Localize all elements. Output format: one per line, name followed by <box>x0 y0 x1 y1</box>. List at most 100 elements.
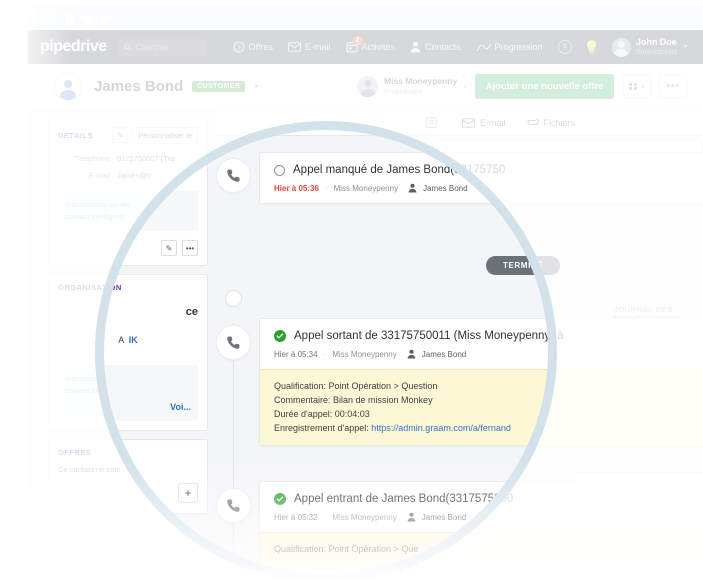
meta-separator: · <box>324 183 328 193</box>
plus-icon[interactable]: + <box>178 483 198 503</box>
content-tabs: E-mail Fichiers <box>216 110 703 136</box>
nav-item-progression-label: Progression <box>494 42 543 52</box>
chevron-down-icon[interactable]: ▾ <box>641 83 645 91</box>
nav-item-activites[interactable]: 2 Activités <box>345 36 395 53</box>
person-icon <box>410 41 421 53</box>
owner-avatar <box>357 76 379 97</box>
offers-empty-note: Ce contact ne com <box>58 465 121 474</box>
activity-card-3[interactable]: Appel entrant de James Bond(3317575000 H… <box>259 481 703 567</box>
offers-panel-header: OFFRES <box>49 440 207 463</box>
owner-role: Propriétaire <box>384 87 423 96</box>
activity-3-note-line-1: Qualification: Point Opération > Que <box>274 544 419 554</box>
organisation-panel-header: ORGANISATION <box>49 275 207 298</box>
activity-1-main: Appel manqué de James Bond(33175750 Hier… <box>260 153 703 203</box>
chevron-down-icon[interactable]: ▾ <box>254 82 258 91</box>
search-input[interactable]: Chercher <box>118 38 207 56</box>
offers-title: OFFRES <box>58 448 92 457</box>
activity-2-note-line-4: Enregistrement d'appel: https://admin.gr… <box>274 423 511 433</box>
nav-item-offres[interactable]: $ Offres <box>233 41 273 53</box>
customize-fields-button[interactable]: Personnaliser le <box>132 127 198 144</box>
status-badge-termine: TERMINÉ <box>486 256 561 275</box>
activity-2-note: Qualification: Point Opération > Questio… <box>260 369 703 445</box>
activity-3-title-row: Appel entrant de James Bond(3317575000 <box>274 493 703 505</box>
more-actions-button[interactable]: ••• <box>659 75 687 98</box>
organisation-link[interactable]: IK <box>129 335 138 345</box>
question-circle-icon[interactable]: ? <box>557 40 572 54</box>
tab-notes[interactable] <box>426 117 442 128</box>
details-sidebar: DÉTAILS ✎ Personnaliser le Téléphone 017… <box>48 118 208 522</box>
status-badge: CUSTOMER <box>192 81 246 92</box>
activity-card-2[interactable]: Appel sortant de 33175750011 (Miss Money… <box>259 318 703 446</box>
search-placeholder: Chercher <box>135 42 169 52</box>
note-icon <box>426 117 437 128</box>
screenshot-root: pipedrive Chercher $ Offres E-mail 2 Act… <box>0 0 703 587</box>
activity-1-when: Hier à 05:36 <box>274 183 319 193</box>
activity-1-title-row: Appel manqué de James Bond(33175750 <box>274 164 703 176</box>
smart-text-line1: Informations sur les <box>65 200 131 209</box>
timeline-node-phone-1 <box>216 158 251 193</box>
tab-email[interactable]: E-mail <box>462 118 506 128</box>
meta-separator: · <box>323 512 327 522</box>
circle-outline-icon[interactable] <box>274 164 285 176</box>
call-recording-link[interactable]: https://admin.graam.com/a/fernand <box>371 423 511 433</box>
view-toggle-button[interactable]: ▾ <box>622 75 652 98</box>
field-email-label: E-mail <box>88 171 110 180</box>
activity-3-contact: James Bond <box>421 512 467 522</box>
check-circle-icon[interactable] <box>274 493 286 505</box>
svg-text:$: $ <box>237 44 241 51</box>
nav-item-email[interactable]: E-mail <box>288 42 331 52</box>
pencil-icon[interactable]: ✎ <box>161 240 177 256</box>
page-title: James Bond <box>94 78 184 95</box>
phone-icon <box>227 169 240 182</box>
activity-2-owner: Miss Moneypenny <box>332 349 397 359</box>
organisation-link-prefix: A <box>118 335 125 345</box>
nav-right-group: ? 💡 John Doe Smartcontact ▼ <box>557 37 689 57</box>
organisation-smart-box: Informatio contact inte Voi... <box>58 365 198 421</box>
page-body: DÉTAILS ✎ Personnaliser le Téléphone 017… <box>28 110 703 587</box>
owner-selector[interactable]: Miss Moneypenny Propriétaire ▾ <box>357 76 467 97</box>
check-circle-icon[interactable] <box>274 330 286 342</box>
smart-contact-data-box: Informations sur les contact intelligent… <box>58 191 198 231</box>
search-icon <box>124 43 132 51</box>
chevron-down-icon[interactable]: ▼ <box>682 44 689 51</box>
chevron-down-icon[interactable]: ▾ <box>463 83 467 91</box>
top-navbar: pipedrive Chercher $ Offres E-mail 2 Act… <box>28 30 703 64</box>
activity-2-when: Hier à 05:34 <box>274 349 318 359</box>
organisation-see-more-link[interactable]: Voi... <box>65 401 191 413</box>
tab-email-label: E-mail <box>480 117 506 128</box>
window-title-bar <box>28 4 703 30</box>
tab-fichiers[interactable]: Fichiers <box>526 117 576 128</box>
tab-fichiers-label: Fichiers <box>543 117 576 128</box>
ellipsis-icon: ••• <box>666 80 680 92</box>
nav-item-offres-label: Offres <box>248 42 273 52</box>
field-email-value[interactable]: James@b <box>117 171 151 180</box>
activity-1-contact: James Bond <box>423 183 468 193</box>
details-footer-actions: ✎ ••• <box>49 240 207 265</box>
window-close-dot[interactable] <box>65 14 74 23</box>
activity-1-meta: Hier à 05:36 · Miss Moneypenny James Bon… <box>274 183 703 193</box>
window-controls[interactable] <box>65 14 110 23</box>
add-deal-button[interactable]: Ajouter une nouvelle offre <box>474 74 615 99</box>
field-email: E-mail James@b <box>49 167 207 184</box>
activity-card-1[interactable]: Appel manqué de James Bond(33175750 Hier… <box>259 152 703 204</box>
meta-separator: · <box>323 349 327 359</box>
window-maximize-dot[interactable] <box>101 14 110 23</box>
activity-1-owner: Miss Moneypenny <box>333 183 399 193</box>
ellipsis-icon[interactable]: ••• <box>182 240 198 256</box>
activity-timeline-column: E-mail Fichiers JOURNAL DES MODIFICATION… <box>216 110 703 587</box>
contact-header: James Bond CUSTOMER ▾ Miss Moneypenny Pr… <box>28 64 703 110</box>
timeline-node-phone-3 <box>216 488 251 523</box>
pipedrive-logo[interactable]: pipedrive <box>40 38 107 56</box>
activity-2-note-line-3: Durée d'appel: 00:04:03 <box>274 409 370 419</box>
owner-name: Miss Moneypenny <box>384 76 458 86</box>
nav-item-progression[interactable]: Progression <box>475 42 543 52</box>
user-menu[interactable]: John Doe Smartcontact ▼ <box>611 37 689 57</box>
activity-3-note: Qualification: Point Opération > Que <box>260 532 703 566</box>
lightbulb-icon[interactable]: 💡 <box>584 41 600 54</box>
activity-3-title: Appel entrant de James Bond(3317575000 <box>294 493 514 505</box>
field-telephone-value[interactable]: 0175750007 (Tra <box>117 154 174 163</box>
window-minimize-dot[interactable] <box>83 14 92 23</box>
contact-header-actions: Miss Moneypenny Propriétaire ▾ Ajouter u… <box>357 74 687 99</box>
pencil-icon[interactable]: ✎ <box>112 127 129 143</box>
nav-item-contacts[interactable]: Contacts <box>410 41 461 53</box>
